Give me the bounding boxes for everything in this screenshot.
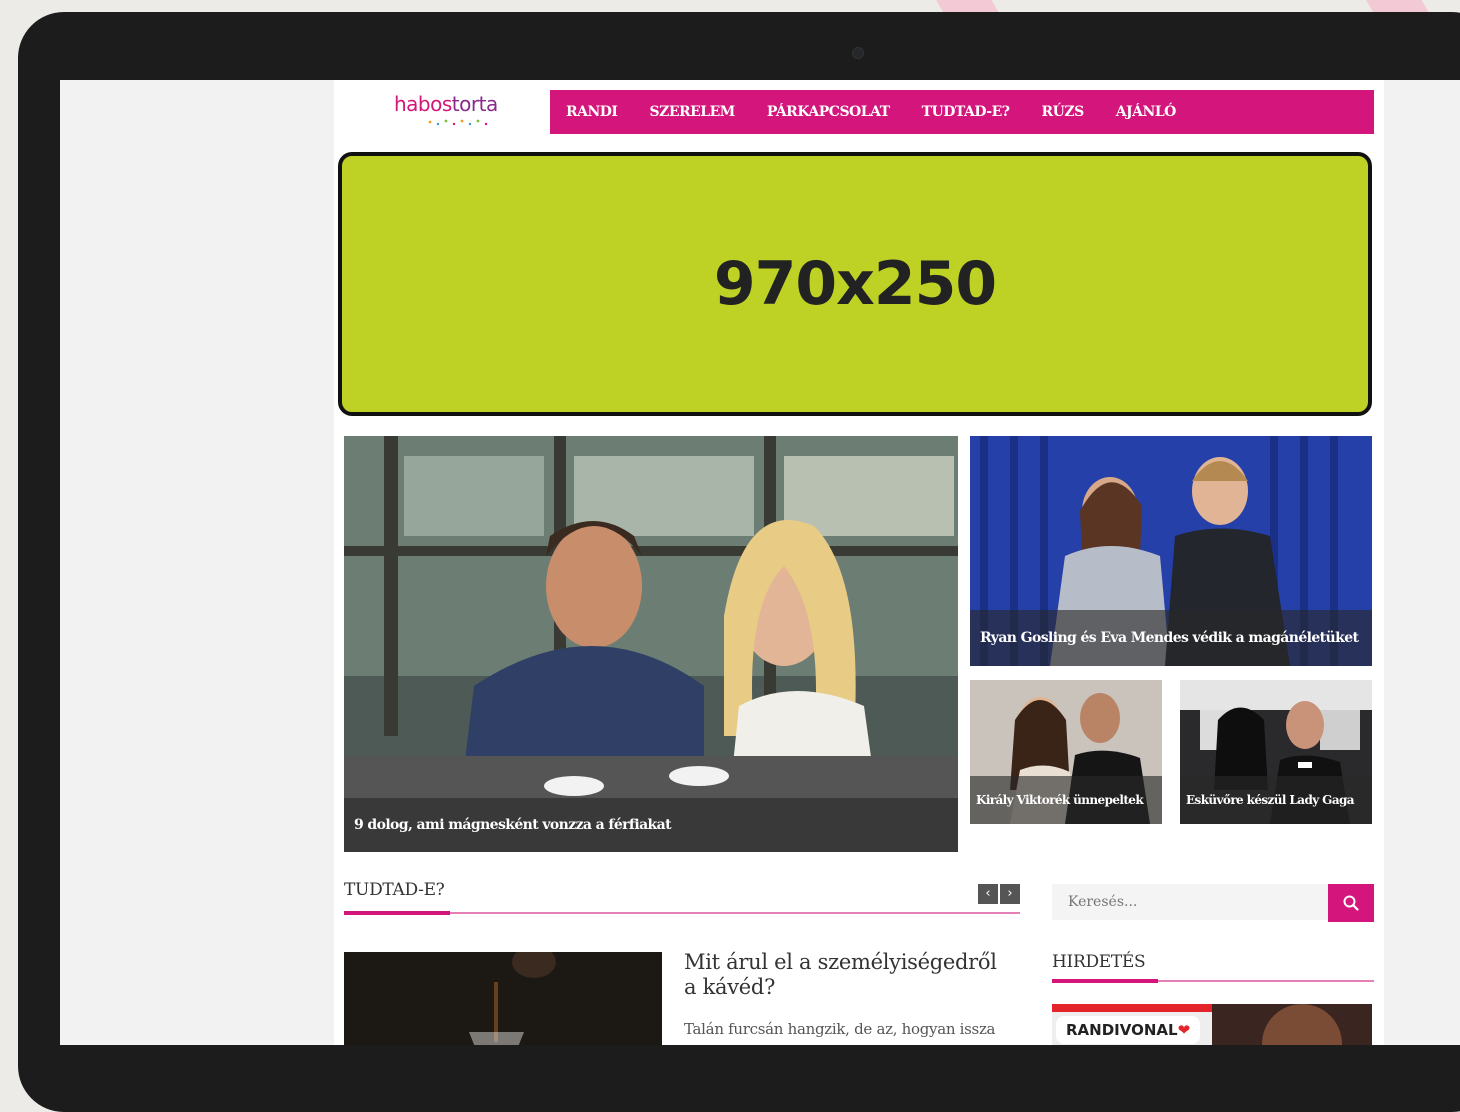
- banner-logo: RANDIVONAL❤: [1056, 1016, 1201, 1044]
- article-thumbnail[interactable]: [344, 952, 662, 1045]
- ad-placeholder-970x250[interactable]: 970x250: [338, 152, 1372, 416]
- browser-viewport: habostorta RANDI SZERELEM PÁRKAPCSOLAT T…: [60, 80, 1460, 1045]
- article-title[interactable]: Mit árul el a személyiségedről a kávéd?: [684, 950, 1004, 1000]
- webcam: [852, 47, 864, 59]
- heart-icon: ❤: [1177, 1021, 1191, 1039]
- logo-confetti-icon: [428, 119, 488, 126]
- featured-article-top-right[interactable]: Ryan Gosling és Eva Mendes védik a magán…: [970, 436, 1372, 666]
- featured-article-bottom-left[interactable]: Király Viktorék ünnepeltek: [970, 680, 1162, 824]
- nav-item-tudtad-e[interactable]: TUDTAD-E?: [922, 104, 1010, 120]
- search-icon: [1343, 895, 1359, 911]
- web-page: habostorta RANDI SZERELEM PÁRKAPCSOLAT T…: [334, 80, 1384, 1045]
- main-navigation: RANDI SZERELEM PÁRKAPCSOLAT TUDTAD-E? RÚ…: [550, 90, 1374, 134]
- featured-main-caption: 9 dolog, ami mágnesként vonzza a férfiak…: [344, 798, 958, 852]
- logo-text-part1: habos: [394, 92, 452, 116]
- nav-item-randi[interactable]: RANDI: [566, 104, 618, 120]
- chevron-left-icon[interactable]: ‹: [978, 884, 998, 904]
- nav-item-ruzs[interactable]: RÚZS: [1042, 104, 1085, 120]
- featured-main-image: [344, 436, 958, 852]
- article-excerpt: Talán furcsán hangzik, de az, hogyan iss…: [684, 1020, 996, 1038]
- search-button[interactable]: [1328, 884, 1374, 922]
- sidebar-ad-divider-accent: [1052, 979, 1158, 983]
- featured-top-right-caption: Ryan Gosling és Eva Mendes védik a magán…: [970, 610, 1372, 666]
- search-input[interactable]: [1052, 884, 1328, 920]
- featured-bottom-left-caption: Király Viktorék ünnepeltek: [970, 776, 1162, 824]
- sidebar-ad-title: HIRDETÉS: [1052, 952, 1146, 972]
- banner-logo-text: RANDIVONAL: [1066, 1021, 1178, 1039]
- featured-article-main[interactable]: 9 dolog, ami mágnesként vonzza a férfiak…: [344, 436, 958, 852]
- featured-article-bottom-right[interactable]: Esküvőre készül Lady Gaga: [1180, 680, 1372, 824]
- site-logo[interactable]: habostorta: [394, 92, 498, 116]
- coffee-pour-image: [344, 952, 662, 1045]
- nav-item-ajanlo[interactable]: AJÁNLÓ: [1116, 104, 1177, 120]
- chevron-right-icon[interactable]: ›: [1000, 884, 1020, 904]
- section-divider-accent: [344, 911, 450, 915]
- logo-text-part2: torta: [451, 92, 498, 116]
- section-title: TUDTAD-E?: [344, 880, 445, 900]
- ad-size-label: 970x250: [713, 249, 997, 319]
- featured-bottom-right-caption: Esküvőre készül Lady Gaga: [1180, 776, 1372, 824]
- nav-item-szerelem[interactable]: SZERELEM: [649, 104, 735, 120]
- nav-item-parkapcsolat[interactable]: PÁRKAPCSOLAT: [767, 104, 890, 120]
- sidebar-ad-banner[interactable]: RANDIVONAL❤: [1052, 1004, 1372, 1045]
